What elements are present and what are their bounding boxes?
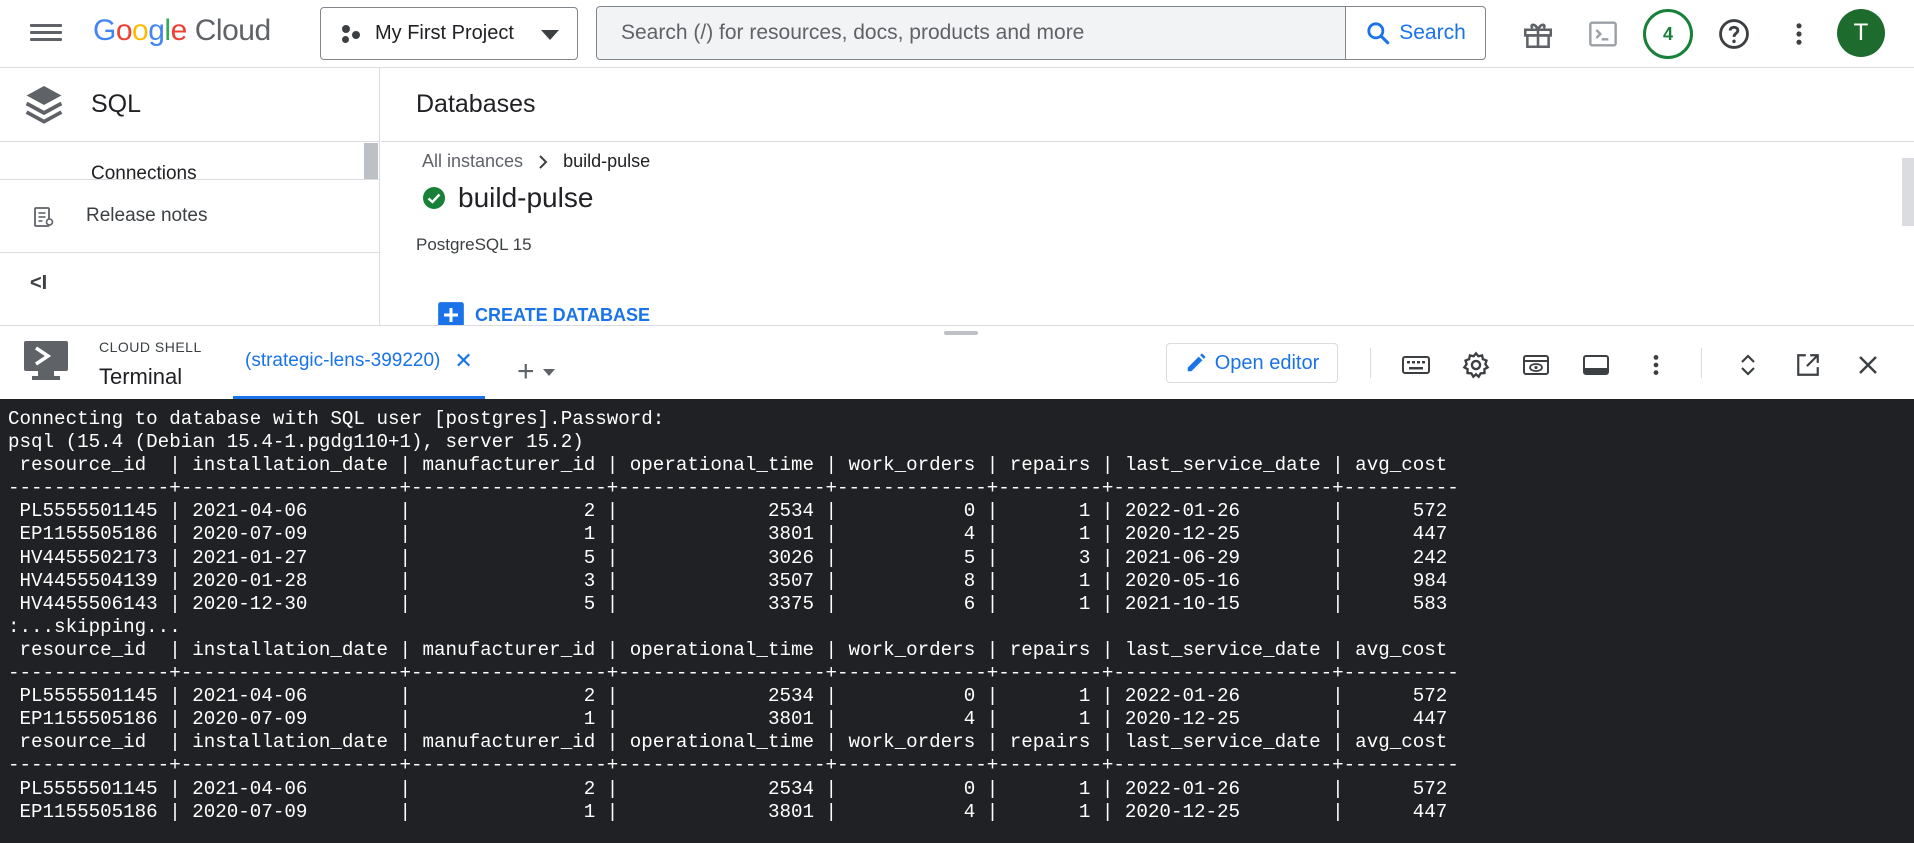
gift-icon[interactable] [1518,14,1558,54]
table-separator: --------------+-------------------+-----… [8,754,1459,777]
add-box-icon [438,302,464,325]
menu-icon[interactable] [30,20,62,46]
create-database-button[interactable]: CREATE DATABASE [437,301,650,325]
notifications-badge[interactable]: 4 [1643,9,1693,59]
terminal-tab-label: (strategic-lens-399220) [245,350,441,371]
project-icon [339,23,361,45]
cloud-shell-header: CLOUD SHELL Terminal (strategic-lens-399… [0,325,1914,400]
edit-icon [1187,353,1206,372]
instance-name: build-pulse [458,182,594,213]
table-separator: --------------+-------------------+-----… [8,477,1459,500]
more-vert-icon[interactable] [1779,14,1819,54]
close-tab-icon[interactable]: ✕ [454,350,472,372]
release-notes-label: Release notes [86,205,208,226]
open-in-new-icon[interactable] [1793,350,1823,380]
search-icon [1367,22,1390,45]
engine-version: PostgreSQL 15 [416,235,532,254]
main-content: Databases All instances build-pulse buil… [381,68,1914,325]
terminal-output[interactable]: Connecting to database with SQL user [po… [0,399,1914,843]
top-bar: GoogleCloud My First Project Search 4 T [0,0,1914,68]
chevron-down-icon [542,368,555,376]
nav-header: SQL [0,68,379,142]
table-row: HV4455504139 | 2020-01-28 | 3 | 3507 | 8… [8,569,1448,592]
breadcrumb: All instances build-pulse [422,151,650,172]
table-row: PL5555501145 | 2021-04-06 | 2 | 2534 | 0… [8,685,1448,708]
left-nav: SQL Connections Release notes <I [0,68,380,325]
resize-handle[interactable] [944,331,978,335]
create-database-label: CREATE DATABASE [475,304,650,325]
breadcrumb-current: build-pulse [563,151,651,171]
table-row: HV4455502173 | 2021-01-27 | 5 | 3026 | 5… [8,546,1448,569]
settings-icon[interactable] [1461,350,1491,380]
main-scrollbar[interactable] [1902,158,1914,226]
open-editor-button[interactable]: Open editor [1166,343,1338,383]
terminal-line: :...skipping... [8,615,181,638]
search-input[interactable] [597,7,1347,59]
table-header-row: resource_id | installation_date | manufa… [8,731,1448,754]
search-button-label: Search [1399,21,1466,44]
divider [1701,348,1702,378]
release-notes-icon [34,207,54,227]
layout-icon[interactable] [1581,350,1611,380]
table-row: EP1155505186 | 2020-07-09 | 1 | 3801 | 4… [8,523,1448,546]
keyboard-icon[interactable] [1401,350,1431,380]
table-header-row: resource_id | installation_date | manufa… [8,454,1448,477]
search-button[interactable]: Search [1345,7,1485,59]
table-header-row: resource_id | installation_date | manufa… [8,638,1448,661]
cloud-shell-icon [24,341,68,380]
open-editor-label: Open editor [1214,351,1320,374]
close-icon[interactable] [1853,350,1883,380]
table-row: EP1155505186 | 2020-07-09 | 1 | 3801 | 4… [8,800,1448,823]
terminal-icon[interactable] [1583,14,1623,54]
terminal-line: Connecting to database with SQL user [po… [8,408,665,430]
breadcrumb-all-instances[interactable]: All instances [422,151,523,172]
dropdown-caret-icon [541,30,559,40]
cloud-shell-label: CLOUD SHELL [99,339,202,355]
instance-heading: build-pulse [422,182,593,214]
google-cloud-logo[interactable]: Google Cloud [93,14,271,48]
project-picker[interactable]: My First Project [320,7,578,60]
web-preview-icon[interactable] [1521,350,1551,380]
plus-icon: + [517,355,535,388]
help-icon[interactable] [1714,14,1754,54]
table-row: PL5555501145 | 2021-04-06 | 2 | 2534 | 0… [8,500,1448,523]
more-vert-icon[interactable] [1641,350,1671,380]
nav-item-release-notes[interactable]: Release notes [0,179,379,253]
terminal-tab[interactable]: (strategic-lens-399220) ✕ [233,350,485,400]
divider [1370,348,1371,378]
chevron-right-icon [539,154,548,169]
table-row: PL5555501145 | 2021-04-06 | 2 | 2534 | 0… [8,777,1448,800]
table-row: EP1155505186 | 2020-07-09 | 1 | 3801 | 4… [8,708,1448,731]
nav-title: SQL [91,90,142,118]
avatar[interactable]: T [1837,9,1885,57]
project-name: My First Project [375,22,514,44]
table-separator: --------------+-------------------+-----… [8,662,1459,685]
terminal-label: Terminal [99,364,183,389]
sql-stack-icon [25,86,63,124]
search-bar: Search [596,6,1486,60]
main-header: Databases [381,68,1914,142]
expand-icon[interactable] [1733,350,1763,380]
collapse-nav-button[interactable]: <I [30,272,47,295]
nav-scrollbar[interactable] [364,143,378,179]
page-title: Databases [416,90,536,118]
check-circle-icon [423,187,445,209]
add-tab-button[interactable]: + [517,355,555,388]
table-row: HV4455506143 | 2020-12-30 | 5 | 3375 | 6… [8,592,1448,615]
terminal-line: psql (15.4 (Debian 15.4-1.pgdg110+1), se… [8,431,584,454]
